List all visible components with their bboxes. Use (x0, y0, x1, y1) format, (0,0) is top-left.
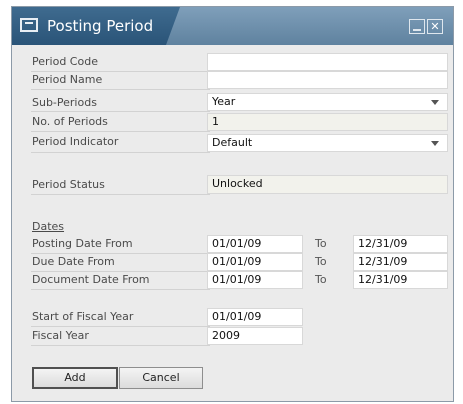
start-fiscal-year-field[interactable]: 01/01/09 (207, 308, 303, 326)
due-date-to-field[interactable]: 12/31/09 (353, 253, 448, 271)
minimize-button[interactable] (409, 19, 425, 34)
chevron-down-icon[interactable] (431, 141, 439, 146)
posting-period-window: Posting Period ✕ Period Code Period Name… (11, 6, 454, 402)
due-to-label: To (315, 255, 327, 268)
close-button[interactable]: ✕ (427, 19, 443, 34)
period-name-field[interactable] (207, 71, 448, 89)
period-code-label: Period Code (32, 55, 98, 68)
posting-date-to-field[interactable]: 12/31/09 (353, 235, 448, 253)
period-status-field: Unlocked (207, 175, 448, 194)
chevron-down-icon[interactable] (431, 100, 439, 105)
sub-periods-value: Year (212, 95, 236, 108)
fiscal-year-field[interactable]: 2009 (207, 327, 303, 345)
divider (31, 131, 210, 132)
title-bar[interactable]: Posting Period ✕ (12, 7, 453, 45)
divider (31, 271, 210, 272)
due-date-from-field[interactable]: 01/01/09 (207, 253, 303, 271)
period-indicator-label: Period Indicator (32, 135, 119, 148)
fiscal-year-label: Fiscal Year (32, 329, 89, 342)
divider (31, 345, 210, 346)
cancel-button[interactable]: Cancel (119, 367, 203, 389)
period-name-label: Period Name (32, 73, 103, 86)
posting-to-label: To (315, 237, 327, 250)
document-date-to-field[interactable]: 12/31/09 (353, 271, 448, 289)
divider (31, 111, 210, 112)
document-to-label: To (315, 273, 327, 286)
no-of-periods-field: 1 (207, 113, 448, 131)
document-date-from-field[interactable]: 01/01/09 (207, 271, 303, 289)
posting-date-from-field[interactable]: 01/01/09 (207, 235, 303, 253)
divider (31, 194, 210, 195)
add-button[interactable]: Add (32, 367, 118, 389)
divider (31, 253, 210, 254)
divider (31, 152, 210, 153)
document-date-label: Document Date From (32, 273, 150, 286)
no-of-periods-label: No. of Periods (32, 115, 108, 128)
dates-section-label: Dates (32, 220, 65, 233)
divider (31, 89, 210, 90)
divider (31, 289, 210, 290)
period-code-field[interactable] (207, 53, 448, 71)
divider (31, 326, 210, 327)
window-icon (20, 18, 38, 32)
period-indicator-value: Default (212, 136, 253, 149)
posting-date-label: Posting Date From (32, 237, 133, 250)
divider (31, 71, 210, 72)
window-title: Posting Period (47, 17, 154, 35)
period-status-label: Period Status (32, 178, 105, 191)
due-date-label: Due Date From (32, 255, 115, 268)
start-fiscal-year-label: Start of Fiscal Year (32, 310, 134, 323)
sub-periods-dropdown[interactable]: Year (207, 93, 448, 111)
period-indicator-dropdown[interactable]: Default (207, 134, 448, 152)
sub-periods-label: Sub-Periods (32, 96, 97, 109)
